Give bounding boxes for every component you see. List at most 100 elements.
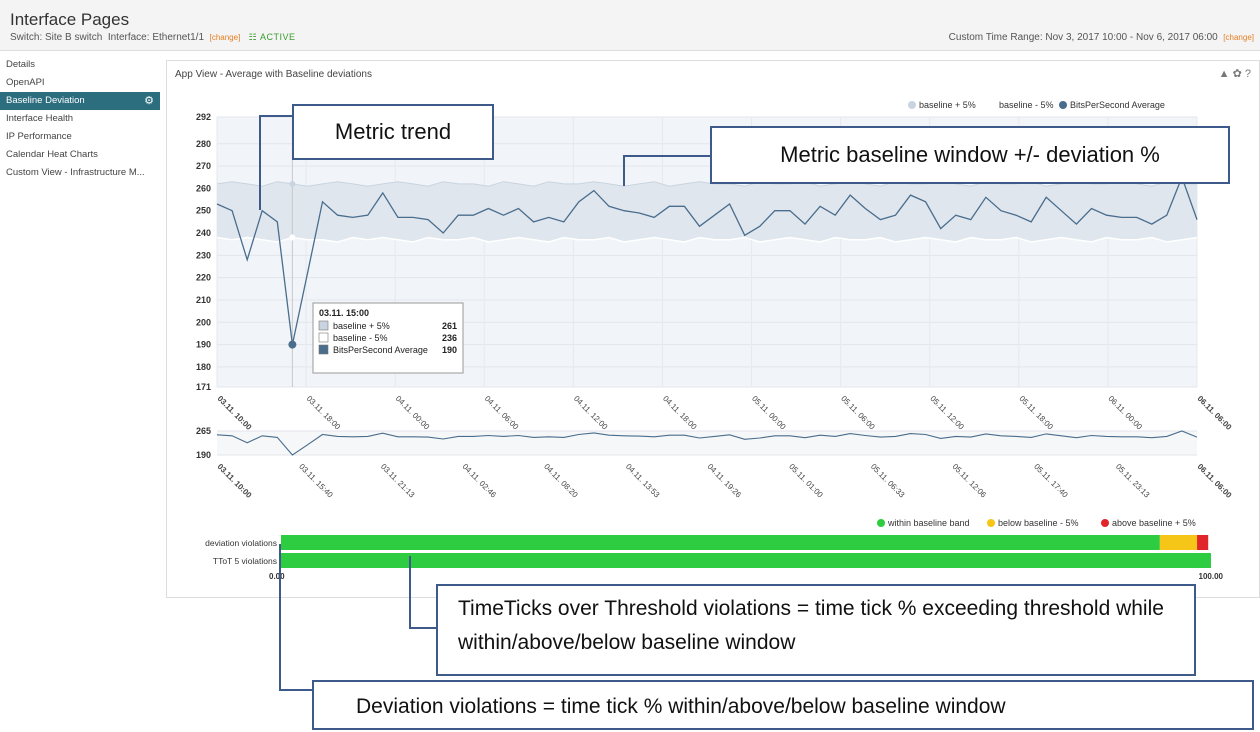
navigator-x-tick: 04.11. 19:26 <box>706 462 744 500</box>
navigator-x-tick: 04.11. 08:20 <box>542 462 580 500</box>
callout-metric-trend: Metric trend <box>292 104 494 160</box>
page-title: Interface Pages <box>10 10 130 29</box>
change-range-link[interactable]: [change] <box>1223 33 1254 42</box>
x-tick-label: 03.11. 10:00 <box>216 394 254 432</box>
y-tick-label: 190 <box>196 340 211 350</box>
y-tick-label: 230 <box>196 250 211 260</box>
interface-value: Ethernet1/1 <box>152 32 205 43</box>
switch-value: Site B switch <box>45 32 103 43</box>
violation-bar-within <box>281 553 1211 568</box>
y-tick-label: 270 <box>196 161 211 171</box>
hover-lower-point <box>289 234 296 241</box>
sidebar-item-label: Baseline Deviation <box>6 95 85 106</box>
switch-label: Switch: <box>10 32 43 43</box>
status-badge: ACTIVE <box>260 32 296 42</box>
violation-axis-max: 100.00 <box>1199 572 1224 581</box>
x-tick-label: 04.11. 12:00 <box>572 394 610 432</box>
y-tick-label: 240 <box>196 228 211 238</box>
x-tick-label: 04.11. 06:00 <box>483 394 521 432</box>
sidebar-item-ip-performance[interactable]: IP Performance <box>0 128 160 146</box>
y-tick-label: 200 <box>196 317 211 327</box>
callout-deviation: Deviation violations = time tick % withi… <box>312 680 1254 730</box>
tooltip-swatch <box>318 320 329 331</box>
sidebar-item-openapi[interactable]: OpenAPI <box>0 74 160 92</box>
navigator-x-tick: 05.11. 23:13 <box>1114 462 1152 500</box>
legend-upper-swatch <box>908 101 916 109</box>
interface-meta: Switch: Site B switch Interface: Etherne… <box>10 32 296 43</box>
tooltip-row-label: BitsPerSecond Average <box>333 345 428 355</box>
violations-legend-label: within baseline band <box>887 518 970 528</box>
baseline-band <box>217 181 1197 242</box>
x-tick-label: 05.11. 06:00 <box>839 394 877 432</box>
tooltip-row-label: baseline - 5% <box>333 333 388 343</box>
y-tick-label: 220 <box>196 273 211 283</box>
sidebar-item-details[interactable]: Details <box>0 56 160 74</box>
callout-ttot: TimeTicks over Threshold violations = ti… <box>436 584 1196 676</box>
violations-legend-label: below baseline - 5% <box>998 518 1079 528</box>
legend-upper-label: baseline + 5% <box>919 100 976 110</box>
x-tick-label: 03.11. 18:00 <box>305 394 343 432</box>
y-tick-label: 250 <box>196 206 211 216</box>
x-tick-label: 06.11. 00:00 <box>1106 394 1144 432</box>
range-label: Custom Time Range: <box>948 32 1043 43</box>
tooltip-row-value: 190 <box>442 345 457 355</box>
callout-baseline-window: Metric baseline window +/- deviation % <box>710 126 1230 184</box>
x-tick-label: 06.11. 06:00 <box>1196 394 1234 432</box>
navigator-x-tick: 03.11. 15:40 <box>297 462 335 500</box>
tooltip-row-value: 261 <box>442 321 457 331</box>
sidebar-item-interface-health[interactable]: Interface Health <box>0 110 160 128</box>
y-tick-label: 171 <box>196 382 211 392</box>
navigator-x-tick: 03.11. 21:13 <box>379 462 417 500</box>
tooltip-row-label: baseline + 5% <box>333 321 390 331</box>
y-tick-label: 280 <box>196 139 211 149</box>
x-tick-label: 05.11. 00:00 <box>750 394 788 432</box>
navigator-x-tick: 05.11. 06:33 <box>869 462 907 500</box>
violation-bar-above <box>1197 535 1209 550</box>
navigator-x-tick: 03.11. 10:00 <box>216 462 254 500</box>
page-header: Interface Pages Switch: Site B switch In… <box>0 0 1260 51</box>
hover-upper-point <box>289 180 296 187</box>
legend-lower-label: baseline - 5% <box>999 100 1054 110</box>
violations-legend-swatch <box>877 519 885 527</box>
y-tick-label: 260 <box>196 183 211 193</box>
legend-series-label: BitsPerSecond Average <box>1070 100 1165 110</box>
violations-legend-swatch <box>987 519 995 527</box>
interface-label: Interface: <box>107 32 150 43</box>
navigator-x-tick: 04.11. 13:53 <box>624 462 662 500</box>
x-tick-label: 05.11. 18:00 <box>1017 394 1055 432</box>
violation-bar-below <box>1159 535 1198 550</box>
sidebar-item-calendar-heat-charts[interactable]: Calendar Heat Charts <box>0 146 160 164</box>
x-tick-label: 04.11. 00:00 <box>394 394 432 432</box>
violation-row-label: deviation violations <box>205 538 277 548</box>
violations-legend-swatch <box>1101 519 1109 527</box>
navigator-x-tick: 06.11. 06:00 <box>1196 462 1234 500</box>
violation-axis-min: 0.00 <box>269 572 285 581</box>
tooltip-swatch <box>318 344 329 355</box>
sidebar-item-custom-view[interactable]: Custom View - Infrastructure M... <box>0 164 160 182</box>
range-value: Nov 3, 2017 10:00 - Nov 6, 2017 06:00 <box>1045 32 1218 43</box>
x-tick-label: 05.11. 12:00 <box>928 394 966 432</box>
x-tick-label: 04.11. 18:00 <box>661 394 699 432</box>
y-tick-label: 210 <box>196 295 211 305</box>
y-tick-label: 292 <box>196 112 211 122</box>
tooltip-time: 03.11. 15:00 <box>319 308 369 318</box>
sidebar-item-baseline-deviation[interactable]: Baseline Deviation ⚙ <box>0 92 160 110</box>
navigator-x-tick: 04.11. 02:46 <box>461 462 499 500</box>
navigator-x-tick: 05.11. 12:06 <box>951 462 989 500</box>
navigator-y-tick: 190 <box>196 450 211 460</box>
violations-legend-label: above baseline + 5% <box>1112 518 1196 528</box>
tooltip-row-value: 236 <box>442 333 457 343</box>
gear-icon[interactable]: ⚙ <box>144 92 154 110</box>
navigator-x-tick: 05.11. 17:40 <box>1032 462 1070 500</box>
tooltip-swatch <box>318 332 329 343</box>
violation-bar-within <box>281 535 1160 550</box>
wifi-icon: ☷ <box>248 32 258 42</box>
navigator-y-tick: 265 <box>196 426 211 436</box>
legend-series-swatch <box>1059 101 1067 109</box>
time-range: Custom Time Range: Nov 3, 2017 10:00 - N… <box>949 32 1254 43</box>
navigator-x-tick: 05.11. 01:00 <box>787 462 825 500</box>
sidebar: Details OpenAPI Baseline Deviation ⚙ Int… <box>0 56 160 182</box>
change-interface-link[interactable]: [change] <box>210 33 241 42</box>
hover-point <box>288 340 297 349</box>
violation-row-label: TToT 5 violations <box>213 556 277 566</box>
